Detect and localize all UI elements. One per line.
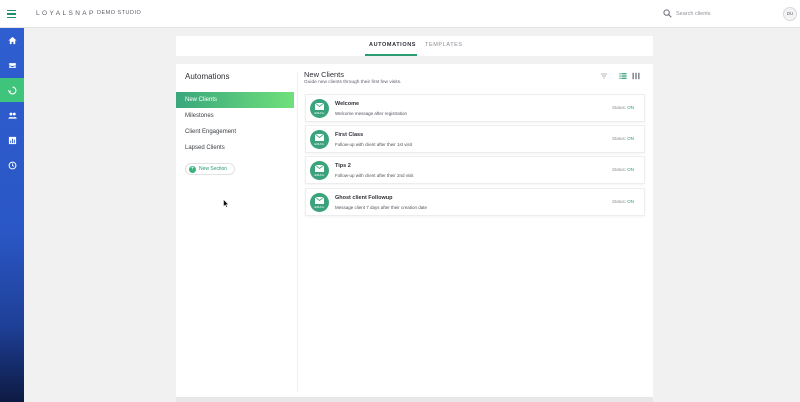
nav-reports[interactable] [0,128,24,152]
email-badge-label: EMAIL [314,111,325,115]
section-item-milestones[interactable]: Milestones [176,108,294,124]
mouse-cursor-icon [223,199,229,208]
email-icon [315,103,324,110]
active-tab-indicator [365,54,417,56]
section-item-lapsed-clients[interactable]: Lapsed Clients [176,140,294,156]
divider [297,72,298,392]
email-badge: EMAIL [310,130,329,149]
automation-status: Status: ON [612,105,635,110]
automation-status: Status: ON [612,136,635,141]
automation-description: Welcome message after registration [335,111,407,116]
people-icon [7,112,17,119]
search-box [663,8,763,20]
inbox-icon [8,62,16,68]
nav-history[interactable] [0,153,24,177]
footer-strip [176,397,653,402]
list-title: New Clients [304,70,345,79]
studio-name: DEMO STUDIO [97,10,142,16]
sidebar [0,28,24,402]
automation-icon [7,86,16,94]
email-icon [315,134,324,141]
automation-description: Message client 7 days after their creati… [335,205,428,210]
automation-status: Status: ON [612,167,635,172]
automation-row-ghost-client-followup[interactable]: EMAIL Ghost client Followup Message clie… [305,188,645,216]
automation-row-tips-2[interactable]: EMAIL Tips 2 Follow-up with client after… [305,156,645,184]
section-item-client-engagement[interactable]: Client Engagement [176,124,294,140]
automation-description: Follow-up with client after their 2nd vi… [335,173,414,178]
email-badge: EMAIL [310,161,329,180]
new-section-label: New Section [199,166,228,172]
email-icon [315,197,324,204]
automation-status: Status: ON [612,199,635,204]
email-badge-label: EMAIL [314,173,325,177]
nav-home[interactable] [0,28,24,52]
brand-logo: LOYALSNAP [36,10,96,17]
search-icon[interactable] [663,9,672,18]
email-badge-label: EMAIL [314,205,325,209]
sections-title: Automations [185,72,230,81]
email-badge-label: EMAIL [314,142,325,146]
new-section-button[interactable]: + New Section [185,163,235,175]
nav-automations[interactable] [0,78,24,102]
automation-name: First Class [335,132,364,138]
top-bar: LOYALSNAP DEMO STUDIO DU [0,0,800,28]
automation-row-welcome[interactable]: EMAIL Welcome Welcome message after regi… [305,94,645,122]
tab-automations[interactable]: AUTOMATIONS [369,42,416,48]
reports-icon [8,136,16,144]
nav-clients[interactable] [0,103,24,127]
automation-name: Welcome [335,101,360,107]
automation-name: Ghost client Followup [335,195,393,201]
filter-icon[interactable] [600,72,608,80]
automation-name: Tips 2 [335,163,351,169]
search-input[interactable] [676,9,756,19]
email-icon [315,165,324,172]
history-icon [8,161,16,169]
home-icon [7,36,17,44]
automation-row-first-class[interactable]: EMAIL First Class Follow-up with client … [305,125,645,153]
tab-templates[interactable]: TEMPLATES [425,42,463,48]
tab-strip: AUTOMATIONS TEMPLATES [176,36,653,56]
automations-card: Automations New Clients Milestones Clien… [176,64,653,402]
menu-icon[interactable] [7,10,16,18]
list-subtitle: Guide new clients through their first fe… [304,80,402,85]
plus-icon: + [189,166,196,173]
list-view-icon[interactable] [619,72,627,80]
email-badge: EMAIL [310,193,329,212]
email-badge: EMAIL [310,99,329,118]
grid-view-icon[interactable] [632,72,640,80]
avatar[interactable]: DU [783,7,797,21]
nav-inbox[interactable] [0,53,24,77]
section-item-new-clients[interactable]: New Clients [176,92,294,108]
automation-description: Follow-up with client after their 1st vi… [335,142,413,147]
